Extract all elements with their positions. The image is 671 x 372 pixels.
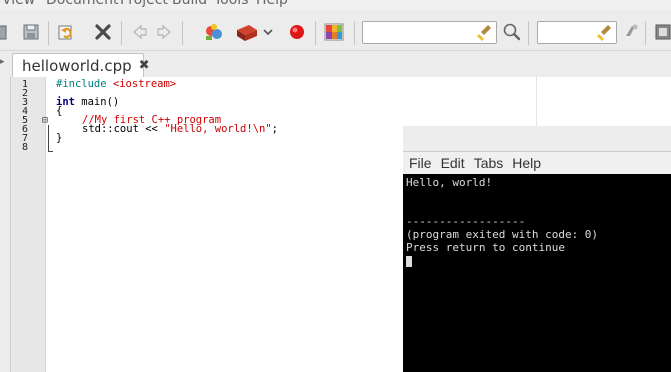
line-number: 8	[22, 142, 29, 153]
terminal-titlebar[interactable]	[403, 126, 671, 152]
terminal-line: (program exited with code: 0)	[406, 228, 599, 241]
code-brace-open: {	[56, 105, 63, 117]
close-icon[interactable]	[93, 21, 113, 43]
menu-build[interactable]: Build	[172, 0, 207, 10]
build-icon[interactable]	[235, 21, 259, 43]
menu-help[interactable]: Help	[256, 0, 288, 10]
goto-icon[interactable]	[622, 21, 640, 43]
terminal-line: ------------------	[406, 215, 526, 228]
menu-project[interactable]: Project	[120, 0, 168, 10]
code-directive: #include	[56, 78, 113, 90]
fold-guide	[48, 125, 49, 151]
tab-label: helloworld.cpp	[22, 56, 132, 75]
code-line-7: }	[56, 132, 63, 144]
terminal-menu-edit[interactable]: Edit	[441, 155, 465, 171]
terminal-cursor	[406, 255, 412, 267]
code-line-4: {	[56, 105, 63, 117]
terminal-menu-file[interactable]: File	[409, 155, 432, 171]
color-chooser-icon[interactable]	[323, 21, 345, 43]
clear-icon[interactable]	[476, 22, 494, 44]
compile-icon[interactable]	[203, 21, 225, 43]
menu-tools[interactable]: Tools	[214, 0, 249, 10]
code-line-1: #include <iostream>	[56, 78, 177, 90]
tab-scroll-left-icon[interactable]: ▸	[0, 57, 5, 67]
terminal-output[interactable]: Hello, world! ------------------ (progra…	[403, 174, 671, 372]
back-icon[interactable]	[130, 21, 150, 43]
code-semicolon: ;	[271, 123, 278, 135]
code-header: <iostream>	[112, 78, 177, 90]
tab-helloworld[interactable]: helloworld.cpp ✖	[12, 53, 150, 77]
code-line-6: std::cout << "Hello, world!\n";	[82, 123, 278, 135]
terminal-cursor-line	[406, 254, 668, 267]
menu-view[interactable]: View	[2, 0, 35, 10]
goto-clear-icon[interactable]	[596, 22, 614, 44]
terminal-window[interactable]: File Edit Tabs Help Hello, world! ------…	[403, 126, 671, 372]
code-string: "Hello, world!\n"	[164, 123, 272, 135]
terminal-line: Press return to continue	[406, 241, 565, 254]
save-all-icon[interactable]	[22, 21, 42, 43]
line-number-gutter: 1 2 3 4 5 6 7 8 ⊟	[11, 77, 53, 372]
partial-right-icon[interactable]	[654, 21, 671, 43]
partial-icon[interactable]	[0, 21, 8, 43]
terminal-menubar: File Edit Tabs Help	[403, 152, 671, 174]
dropdown-icon[interactable]	[262, 21, 274, 43]
menubar: View Document Project Build Tools Help	[0, 0, 671, 10]
code-line-3: int main()	[56, 96, 120, 108]
tab-close-icon[interactable]: ✖	[139, 58, 150, 73]
reload-icon[interactable]	[56, 21, 76, 43]
code-main: main()	[74, 96, 120, 108]
tab-strip: ▸ helloworld.cpp ✖	[0, 51, 671, 77]
long-line-marker	[536, 77, 537, 127]
code-brace-close: }	[56, 132, 63, 144]
find-icon[interactable]	[501, 21, 521, 43]
forward-icon[interactable]	[154, 21, 174, 43]
terminal-menu-tabs[interactable]: Tabs	[474, 155, 504, 171]
stop-icon[interactable]	[287, 21, 307, 43]
sidebar-strip	[0, 77, 11, 372]
terminal-line: Hello, world!	[406, 176, 493, 189]
menu-document[interactable]: Document	[46, 0, 119, 10]
fold-toggle-icon[interactable]: ⊟	[42, 116, 48, 126]
toolbar	[0, 10, 671, 51]
terminal-menu-help[interactable]: Help	[512, 155, 541, 171]
fold-end	[48, 151, 53, 152]
code-cout: std::cout <<	[82, 123, 165, 135]
